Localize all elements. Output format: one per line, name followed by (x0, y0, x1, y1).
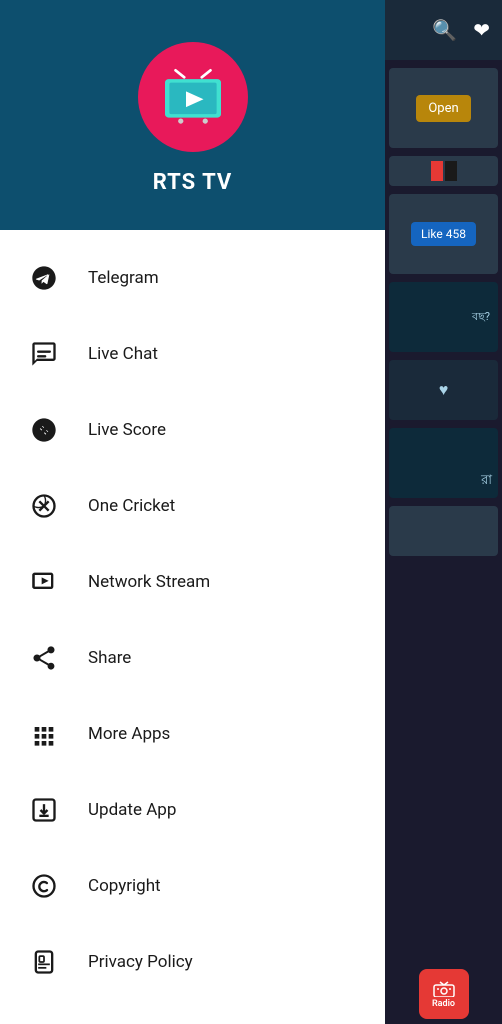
menu-item-telegram[interactable]: Telegram (0, 240, 385, 316)
logo-circle (138, 42, 248, 152)
copyright-icon (24, 866, 64, 906)
menu-item-update-app[interactable]: Update App (0, 772, 385, 848)
card-4: ♥ (389, 360, 498, 420)
menu-item-more-apps[interactable]: More Apps (0, 696, 385, 772)
one-cricket-icon (24, 486, 64, 526)
live-score-icon (24, 410, 64, 450)
grid-icon (24, 714, 64, 754)
card-6 (389, 506, 498, 556)
app-title: RTS TV (153, 170, 233, 195)
right-panel: 🔍 ❤ Open Like 458 বছ? ♥ রা (385, 0, 502, 1024)
live-score-label: Live Score (88, 420, 166, 440)
open-button[interactable]: Open (416, 95, 470, 122)
flag-bar (389, 156, 498, 186)
live-chat-label: Live Chat (88, 344, 158, 364)
more-apps-label: More Apps (88, 724, 170, 744)
one-cricket-label: One Cricket (88, 496, 175, 516)
privacy-policy-label: Privacy Policy (88, 952, 193, 972)
card-5: রা (389, 428, 498, 498)
like-badge[interactable]: Like 458 (411, 222, 476, 246)
tv-logo-icon (158, 67, 228, 127)
card-3: বছ? (389, 282, 498, 352)
search-icon[interactable]: 🔍 (432, 18, 457, 42)
card-2: Like 458 (389, 194, 498, 274)
radio-button[interactable]: Radio (419, 969, 469, 1019)
favorite-icon[interactable]: ❤ (473, 18, 490, 42)
share-icon (24, 638, 64, 678)
telegram-icon (24, 258, 64, 298)
share-label: Share (88, 648, 131, 668)
menu-item-one-cricket[interactable]: One Cricket (0, 468, 385, 544)
drawer-header: RTS TV (0, 0, 385, 230)
chat-icon (24, 334, 64, 374)
menu-list: Telegram Live Chat Live Score (0, 230, 385, 1024)
telegram-label: Telegram (88, 268, 159, 288)
menu-item-exit[interactable]: Exit (0, 1000, 385, 1024)
update-app-label: Update App (88, 800, 176, 820)
network-stream-label: Network Stream (88, 572, 210, 592)
main-container: RTS TV Telegram Live Chat (0, 0, 502, 1024)
network-stream-icon (24, 562, 64, 602)
menu-item-share[interactable]: Share (0, 620, 385, 696)
drawer: RTS TV Telegram Live Chat (0, 0, 385, 1024)
download-icon (24, 790, 64, 830)
menu-item-network-stream[interactable]: Network Stream (0, 544, 385, 620)
menu-item-privacy-policy[interactable]: Privacy Policy (0, 924, 385, 1000)
copyright-label: Copyright (88, 876, 161, 896)
menu-item-live-score[interactable]: Live Score (0, 392, 385, 468)
bottom-bar: Radio (385, 964, 502, 1024)
top-bar: 🔍 ❤ (385, 0, 502, 60)
exit-icon (24, 1018, 64, 1024)
menu-item-copyright[interactable]: Copyright (0, 848, 385, 924)
radio-icon (432, 979, 456, 997)
menu-item-live-chat[interactable]: Live Chat (0, 316, 385, 392)
privacy-icon (24, 942, 64, 982)
radio-label: Radio (432, 999, 455, 1009)
card-1: Open (389, 68, 498, 148)
